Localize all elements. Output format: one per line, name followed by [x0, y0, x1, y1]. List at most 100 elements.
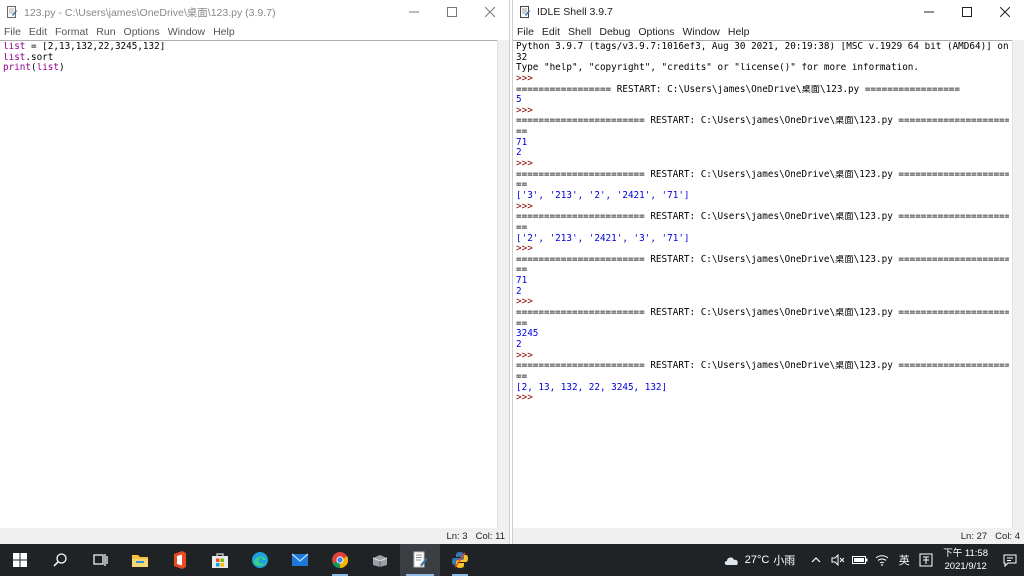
mail-button[interactable]	[280, 544, 320, 576]
editor-menu-run[interactable]: Run	[96, 26, 115, 38]
close-icon	[485, 7, 495, 17]
edge-button[interactable]	[240, 544, 280, 576]
shell-line: ==	[516, 180, 528, 191]
shell-scrollbar[interactable]	[1012, 40, 1024, 528]
maximize-button[interactable]	[948, 0, 986, 24]
idle-shell-icon	[519, 6, 531, 18]
idle-editor-button[interactable]	[400, 544, 440, 576]
shell-line: ======================= RESTART: C:\User…	[516, 361, 1009, 372]
shell-menu-edit[interactable]: Edit	[542, 26, 560, 38]
volume-muted-icon	[831, 554, 845, 566]
shell-output-line: 3245	[516, 329, 539, 340]
close-button[interactable]	[471, 0, 509, 24]
system-tray: 27°C 小雨 英 下午 11:58 2021/9/12	[723, 544, 1024, 576]
maximize-icon	[447, 7, 457, 17]
clock[interactable]: 下午 11:58 2021/9/12	[943, 547, 988, 573]
notification-icon	[1003, 554, 1017, 567]
shell-prompt: >>>	[516, 105, 533, 116]
idle-editor-icon	[413, 551, 428, 568]
shell-menu-window[interactable]: Window	[683, 26, 720, 38]
code-editor[interactable]: list = [2,13,132,22,3245,132] list.sort pr…	[0, 40, 497, 528]
maximize-icon	[962, 7, 972, 17]
clock-time: 下午 11:58	[943, 548, 988, 559]
start-icon	[13, 553, 27, 567]
show-hidden-icons-button[interactable]	[805, 544, 827, 576]
close-button[interactable]	[986, 0, 1024, 24]
shell-menubar: File Edit Shell Debug Options Window Help	[513, 24, 1024, 40]
shell-line: ==	[516, 222, 528, 233]
editor-window: 123.py - C:\Users\james\OneDrive\桌面\123.…	[0, 0, 510, 544]
editor-titlebar[interactable]: 123.py - C:\Users\james\OneDrive\桌面\123.…	[0, 0, 509, 24]
ime-indicator[interactable]: 英	[893, 544, 915, 576]
weather-widget[interactable]: 27°C 小雨	[723, 552, 795, 568]
editor-menu-format[interactable]: Format	[55, 26, 88, 38]
cloud-icon	[724, 557, 738, 565]
shell-output-line: 2	[516, 286, 522, 297]
code-line: print(list)	[3, 63, 494, 74]
shell-menu-file[interactable]: File	[517, 26, 534, 38]
shell-prompt: >>>	[516, 350, 533, 361]
close-icon	[1000, 7, 1010, 17]
editor-scrollbar[interactable]	[497, 40, 509, 528]
minimize-button[interactable]	[395, 0, 433, 24]
editor-menu-options[interactable]: Options	[124, 26, 160, 38]
minimize-icon	[409, 11, 419, 13]
notification-button[interactable]	[996, 544, 1024, 576]
task-view-icon	[93, 554, 108, 566]
code-token: .sort	[25, 52, 54, 63]
office-icon	[174, 551, 186, 569]
file-explorer-button[interactable]	[120, 544, 160, 576]
volume-button[interactable]	[827, 544, 849, 576]
shell-menu-options[interactable]: Options	[638, 26, 674, 38]
shell-menu-help[interactable]: Help	[728, 26, 750, 38]
shell-prompt: >>>	[516, 393, 533, 404]
shell-prompt: >>>	[516, 201, 533, 212]
shell-menu-debug[interactable]: Debug	[599, 26, 630, 38]
shell-output[interactable]: Python 3.9.7 (tags/v3.9.7:1016ef3, Aug 3…	[513, 40, 1012, 528]
office-button[interactable]	[160, 544, 200, 576]
shell-menu-shell[interactable]: Shell	[568, 26, 591, 38]
editor-menu-help[interactable]: Help	[213, 26, 235, 38]
shell-line: ======================= RESTART: C:\User…	[516, 116, 1009, 127]
maximize-button[interactable]	[433, 0, 471, 24]
shell-output-line: 5	[516, 95, 522, 106]
app-button[interactable]	[360, 544, 400, 576]
minimize-button[interactable]	[910, 0, 948, 24]
search-button[interactable]	[40, 544, 80, 576]
shell-line: Python 3.9.7 (tags/v3.9.7:1016ef3, Aug 3…	[516, 42, 1009, 52]
chevron-up-icon	[811, 557, 821, 563]
battery-button[interactable]	[849, 544, 871, 576]
search-icon	[53, 553, 67, 567]
shell-output-line: [2, 13, 132, 22, 3245, 132]	[516, 382, 668, 393]
shell-prompt: >>>	[516, 244, 533, 255]
editor-statusbar: Ln: 3 Col: 11	[0, 528, 509, 544]
shell-prompt: >>>	[516, 297, 533, 308]
shell-line: ==	[516, 371, 528, 382]
python-icon	[452, 552, 468, 568]
chrome-button[interactable]	[320, 544, 360, 576]
task-view-button[interactable]	[80, 544, 120, 576]
shell-line: Type "help", "copyright", "credits" or "…	[516, 63, 919, 74]
shell-line: 32	[516, 52, 528, 63]
shell-output-line: 2	[516, 339, 522, 350]
editor-menu-window[interactable]: Window	[168, 26, 205, 38]
shell-line: ==	[516, 127, 528, 138]
shell-line: ==	[516, 318, 528, 329]
code-line: list.sort	[3, 53, 494, 64]
shell-line: ======================= RESTART: C:\User…	[516, 212, 1009, 223]
editor-menu-edit[interactable]: Edit	[29, 26, 47, 38]
line-indicator: Ln: 3	[446, 530, 468, 542]
network-button[interactable]	[871, 544, 893, 576]
store-button[interactable]	[200, 544, 240, 576]
shell-prompt: >>>	[516, 73, 533, 84]
shell-titlebar[interactable]: IDLE Shell 3.9.7	[513, 0, 1024, 24]
ime-mode-button[interactable]	[915, 544, 937, 576]
start-button[interactable]	[0, 544, 40, 576]
line-indicator: Ln: 27	[960, 530, 988, 542]
shell-line: ======================= RESTART: C:\User…	[516, 308, 1009, 319]
store-icon	[212, 553, 228, 568]
editor-menu-file[interactable]: File	[4, 26, 21, 38]
shell-output-line: ['2', '213', '2421', '3', '71']	[516, 233, 690, 244]
shell-line: ================= RESTART: C:\Users\jame…	[516, 84, 960, 95]
python-button[interactable]	[440, 544, 480, 576]
